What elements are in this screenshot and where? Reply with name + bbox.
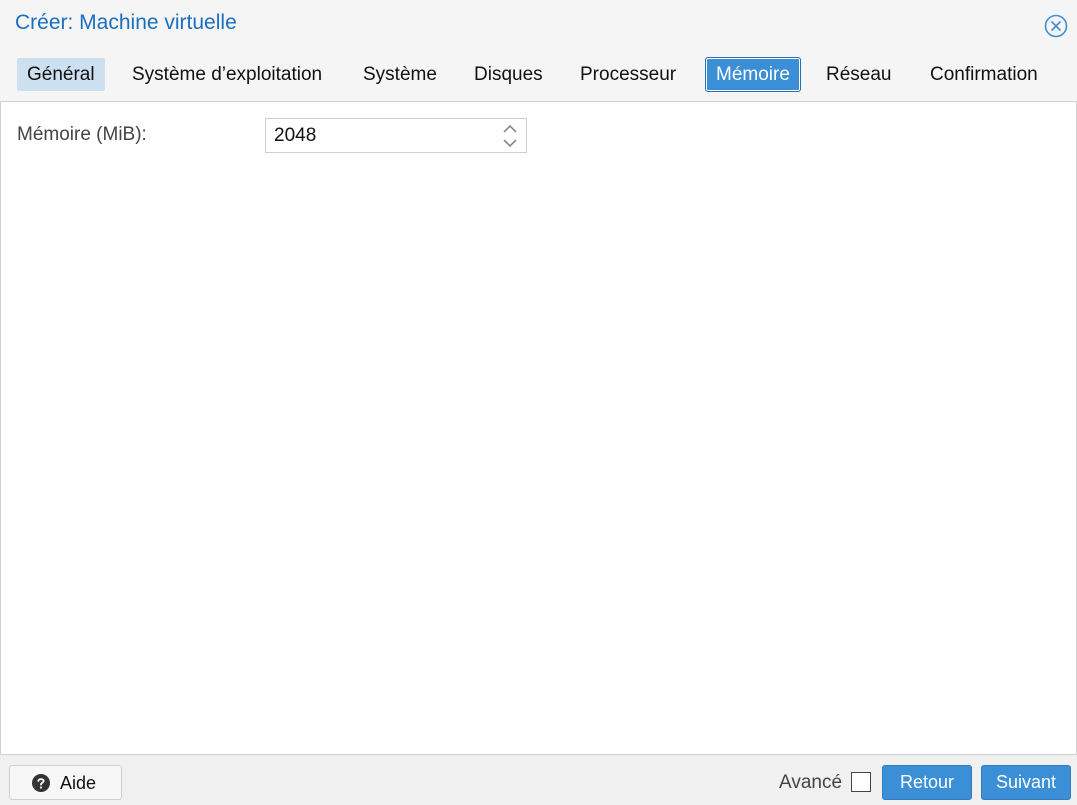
dialog-header: Créer: Machine virtuelle [0,0,1077,50]
dialog-footer: Aide Avancé Retour Suivant [0,754,1077,805]
spinner-arrows-icon [503,124,517,148]
memory-input[interactable] [266,119,496,152]
memory-spinner[interactable] [502,123,518,149]
tab-network[interactable]: Réseau [816,58,902,91]
tab-general[interactable]: Général [17,58,105,91]
advanced-label: Avancé [779,772,843,793]
tab-confirmation[interactable]: Confirmation [920,58,1048,91]
close-button[interactable] [1044,14,1068,38]
question-circle-icon [32,774,50,792]
advanced-checkbox[interactable] [851,772,871,792]
dialog-title: Créer: Machine virtuelle [15,11,237,34]
tab-os[interactable]: Système d’exploitation [122,58,332,91]
tab-disks[interactable]: Disques [464,58,553,91]
memory-panel: Mémoire (MiB): [0,102,1077,754]
help-button[interactable]: Aide [9,765,122,800]
create-vm-dialog: Créer: Machine virtuelle Général Système… [0,0,1077,805]
back-button[interactable]: Retour [882,765,972,800]
tab-cpu[interactable]: Processeur [570,58,686,91]
memory-field [265,118,527,153]
memory-label: Mémoire (MiB): [17,124,147,145]
next-button[interactable]: Suivant [981,765,1071,800]
help-button-label: Aide [60,773,97,793]
wizard-tab-bar: Général Système d’exploitation Système D… [0,50,1077,102]
close-circle-icon [1044,14,1068,38]
tab-system[interactable]: Système [353,58,447,91]
tab-memory[interactable]: Mémoire [705,57,801,92]
